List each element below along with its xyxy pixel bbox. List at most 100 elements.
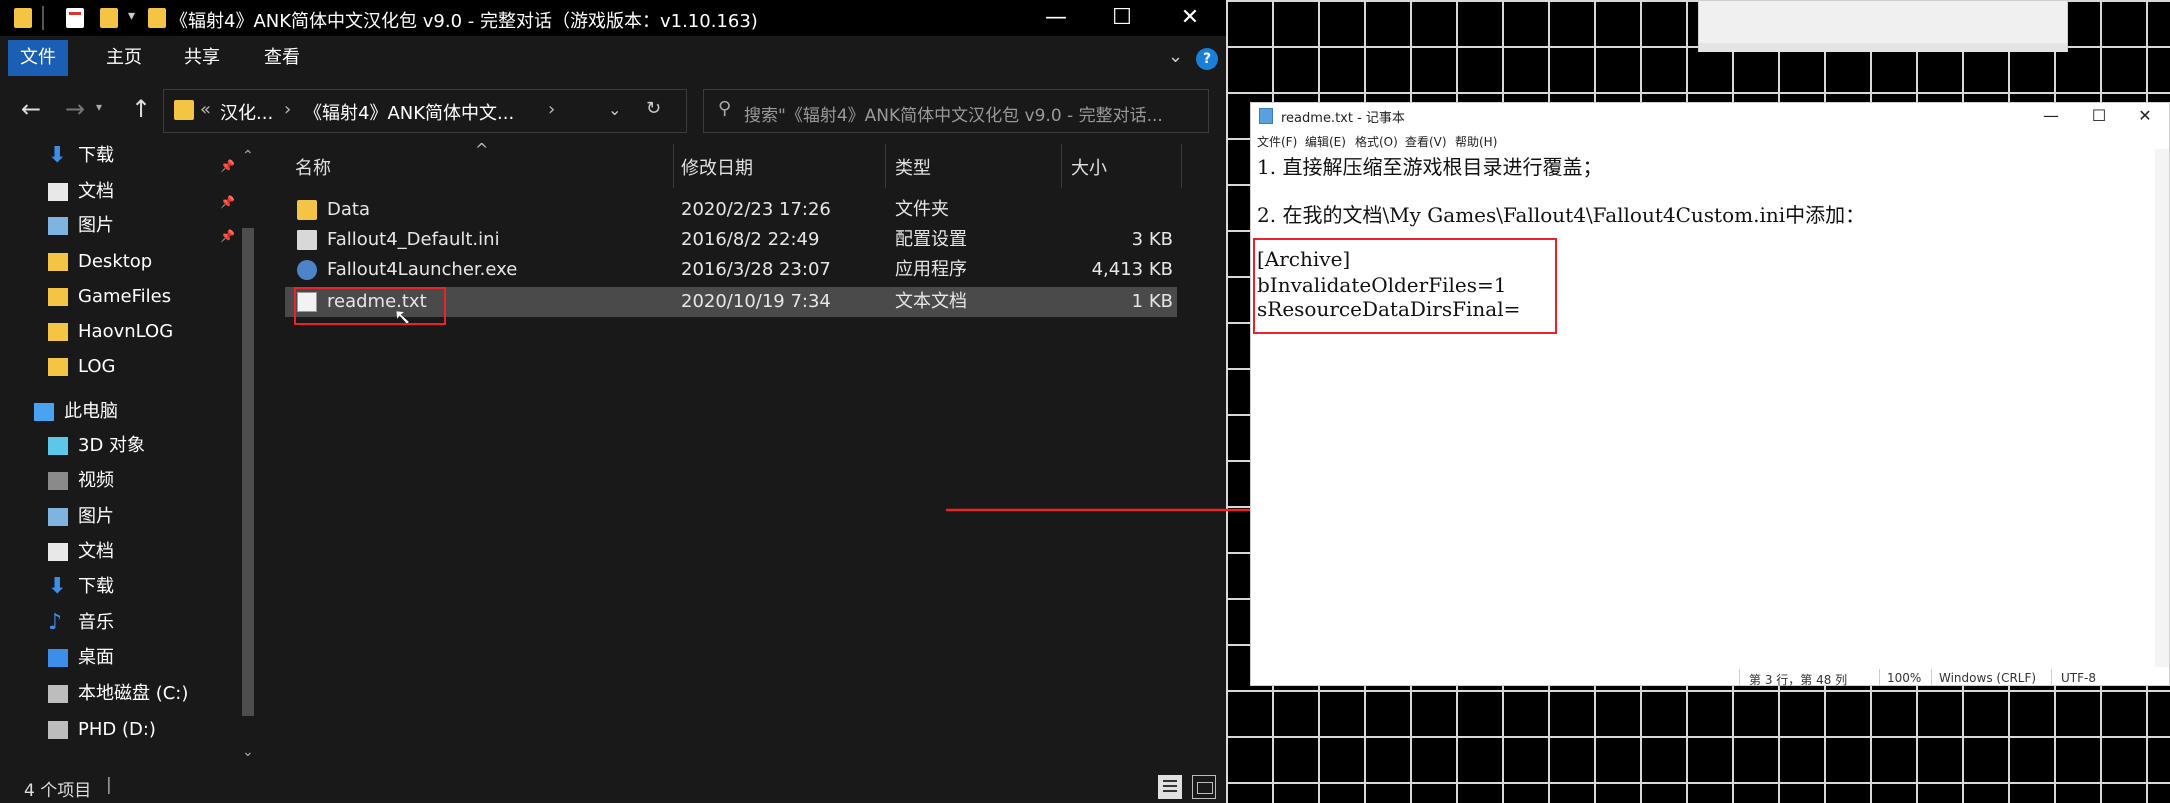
- column-header-date[interactable]: 修改日期: [681, 154, 753, 180]
- menu-item[interactable]: 查看(V): [1405, 133, 1447, 150]
- column-header-name[interactable]: 名称: [295, 154, 331, 180]
- scroll-down-icon[interactable]: ⌄: [242, 744, 254, 760]
- video-icon: [48, 472, 68, 490]
- column-header-type[interactable]: 类型: [895, 154, 931, 180]
- large-icons-view-icon[interactable]: [1192, 775, 1216, 799]
- background-window-preview: [1698, 0, 2068, 52]
- forward-arrow-icon[interactable]: →: [58, 92, 92, 126]
- file-size: [1061, 195, 1173, 225]
- notepad-window: readme.txt - 记事本 — ☐ ✕ 文件(F) 编辑(E) 格式(O) 查看…: [1250, 102, 2170, 687]
- help-icon[interactable]: ?: [1196, 48, 1218, 70]
- address-toolbar: ← → ▾ ↑ « 汉化... › 《辐射4》ANK简体中文... › ⌄ ↻ …: [0, 86, 1226, 136]
- sidebar-item[interactable]: PHD (D:): [48, 714, 268, 746]
- menu-item[interactable]: 文件(F): [1257, 133, 1297, 150]
- sidebar-item[interactable]: 本地磁盘 (C:): [48, 678, 268, 710]
- tab-view[interactable]: 查看: [252, 40, 312, 76]
- sidebar-item[interactable]: ♪ 音乐: [48, 607, 268, 639]
- zoom-level: 100%: [1887, 671, 1922, 685]
- desktop-icon: [48, 649, 68, 667]
- status-bar: 4 个项目 |: [0, 770, 1226, 803]
- tab-share[interactable]: 共享: [172, 40, 232, 76]
- column-divider[interactable]: [1061, 144, 1062, 188]
- chevron-down-icon[interactable]: ▾: [128, 8, 135, 24]
- item-count: 4 个项目: [24, 781, 92, 801]
- text-line: 2. 在我的文档\My Games\Fallout4\Fallout4Custo…: [1257, 203, 1866, 227]
- tab-file[interactable]: 文件: [8, 40, 68, 76]
- sidebar-item[interactable]: 桌面: [48, 642, 268, 674]
- sidebar-item[interactable]: ⬇ 下载: [48, 571, 268, 603]
- sidebar-item[interactable]: 图片 📌: [48, 210, 268, 243]
- sidebar-item-label: 此电脑: [64, 401, 118, 422]
- sidebar-item-label: 本地磁盘 (C:): [78, 683, 189, 704]
- sidebar-item[interactable]: 图片: [48, 501, 268, 533]
- breadcrumb-overflow[interactable]: «: [200, 99, 211, 120]
- tab-home[interactable]: 主页: [94, 40, 154, 76]
- properties-icon[interactable]: [66, 8, 84, 28]
- menu-item[interactable]: 帮助(H): [1455, 133, 1497, 150]
- column-divider[interactable]: [1181, 144, 1182, 188]
- scrollbar-thumb[interactable]: [242, 228, 254, 716]
- file-explorer-window: ▾ 《辐射4》ANK简体中文汉化包 v9.0 - 完整对话（游戏版本：v1.10…: [0, 0, 1226, 803]
- address-dropdown-icon[interactable]: ⌄: [608, 100, 621, 119]
- sidebar-item-label: 视频: [78, 470, 114, 491]
- scroll-up-icon[interactable]: ⌃: [242, 148, 254, 164]
- address-bar[interactable]: « 汉化... › 《辐射4》ANK简体中文... › ⌄ ↻: [163, 89, 687, 133]
- breadcrumb-item[interactable]: 《辐射4》ANK简体中文...: [304, 99, 514, 125]
- notepad-icon: [1259, 108, 1273, 124]
- file-size: 4,413 KB: [1091, 259, 1173, 280]
- search-placeholder: 搜索"《辐射4》ANK简体中文汉化包 v9.0 - 完整对话...: [744, 106, 1163, 126]
- details-view-icon[interactable]: [1158, 775, 1182, 799]
- back-arrow-icon[interactable]: ←: [14, 92, 48, 126]
- sidebar-scrollbar[interactable]: ⌃ ⌄: [240, 148, 258, 764]
- minimize-button[interactable]: —: [2029, 103, 2073, 129]
- sidebar-item[interactable]: ⬇ 下载 📌: [48, 140, 268, 174]
- search-box[interactable]: ⚲ 搜索"《辐射4》ANK简体中文汉化包 v9.0 - 完整对话...: [703, 89, 1209, 133]
- new-folder-icon[interactable]: [100, 8, 118, 28]
- file-type: 应用程序: [895, 259, 967, 280]
- file-date: 2016/8/2 22:49: [681, 229, 820, 250]
- document-icon: [48, 183, 68, 201]
- navigation-pane: ⬇ 下载 📌 文档 📌 图片 📌 Desktop GameFiles HaovnLOG LOG 此电脑…: [0, 140, 272, 770]
- annotation-arrow: [946, 502, 1274, 518]
- folder-icon: [48, 253, 68, 271]
- menu-item[interactable]: 编辑(E): [1305, 133, 1346, 150]
- up-arrow-icon[interactable]: ↑: [124, 92, 158, 126]
- close-button[interactable]: ✕: [2123, 103, 2167, 129]
- sidebar-item[interactable]: LOG: [48, 351, 268, 383]
- vertical-scrollbar[interactable]: [2155, 149, 2169, 667]
- sidebar-item[interactable]: Desktop: [48, 246, 268, 278]
- status-divider: |: [106, 775, 112, 795]
- collapse-ribbon-icon[interactable]: ⌄: [1168, 46, 1183, 67]
- column-divider[interactable]: [673, 144, 674, 188]
- breadcrumb-item[interactable]: 汉化...: [220, 99, 273, 125]
- picture-icon: [48, 217, 68, 235]
- chevron-right-icon: ›: [284, 99, 292, 120]
- sidebar-item[interactable]: 3D 对象: [48, 430, 268, 462]
- sidebar-item-label: 桌面: [78, 647, 114, 668]
- cursor-position: 第 3 行，第 48 列: [1749, 673, 1848, 687]
- maximize-button[interactable]: ☐: [2077, 103, 2121, 129]
- recent-locations-icon[interactable]: ▾: [96, 100, 102, 114]
- sidebar-item[interactable]: 文档 📌: [48, 176, 268, 209]
- column-divider[interactable]: [885, 144, 886, 188]
- file-row[interactable]: Fallout4_Default.ini 2016/8/2 22:49 配置设置 3 …: [285, 225, 1177, 255]
- file-row[interactable]: Fallout4Launcher.exe 2016/3/28 23:07 应用程序 4…: [285, 255, 1177, 285]
- refresh-icon[interactable]: ↻: [646, 98, 661, 119]
- sidebar-item[interactable]: GameFiles: [48, 281, 268, 313]
- ribbon-tabs: 文件 主页 共享 查看 ⌄ ?: [0, 40, 1226, 76]
- maximize-button[interactable]: ☐: [1090, 2, 1154, 34]
- sidebar-item[interactable]: HaovnLOG: [48, 316, 268, 348]
- sidebar-item[interactable]: 此电脑: [34, 396, 254, 428]
- sidebar-item-label: GameFiles: [78, 286, 172, 307]
- menu-item[interactable]: 格式(O): [1355, 133, 1398, 150]
- sidebar-item[interactable]: 文档: [48, 536, 268, 568]
- minimize-button[interactable]: —: [1024, 2, 1088, 34]
- status-divider: [1879, 669, 1880, 685]
- column-header-size[interactable]: 大小: [1071, 154, 1107, 180]
- folder-icon: [48, 358, 68, 376]
- sidebar-item[interactable]: 视频: [48, 465, 268, 497]
- computer-icon: [34, 403, 54, 421]
- sidebar-item-label: 下载: [78, 576, 114, 597]
- file-row[interactable]: Data 2020/2/23 17:26 文件夹: [285, 195, 1177, 225]
- close-button[interactable]: ✕: [1158, 2, 1222, 34]
